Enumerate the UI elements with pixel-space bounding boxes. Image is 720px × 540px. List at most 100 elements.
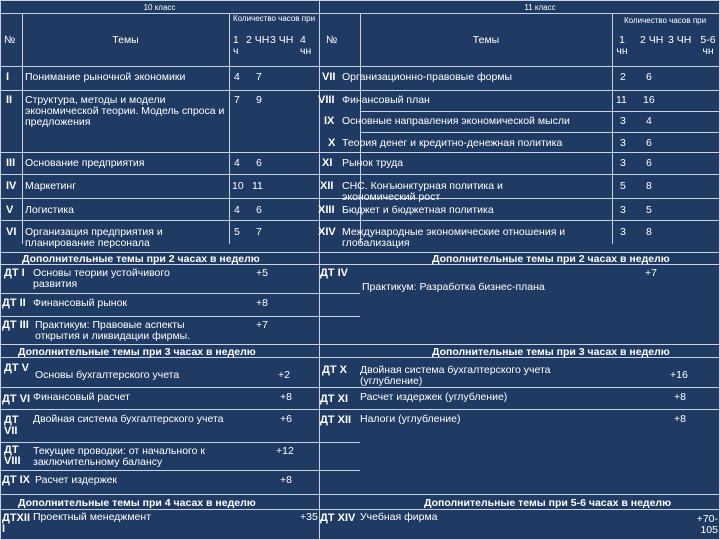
grid-line	[0, 442, 360, 443]
right-row-hours-1: 3	[620, 157, 626, 169]
left-row-num: II	[6, 94, 13, 106]
left-row-num: IV	[6, 180, 17, 192]
right-row-hours-2: 8	[646, 180, 652, 192]
add-topic-name: Практикум: Правовые аспекты открытия и л…	[35, 319, 191, 342]
right-row-hours-1: 3	[620, 115, 626, 127]
right-hours-col-4: 5-6 чн	[700, 34, 716, 57]
right-row-hours-2: 5	[646, 204, 652, 216]
right-row-topic: Организационно-правовые формы	[342, 71, 513, 83]
right-row-num: IX	[324, 115, 335, 127]
add-topic-hours: +8	[674, 413, 686, 425]
add-topic-name: Двойная система бухгалтерского учета (уг…	[360, 364, 551, 387]
right-hours-col-3: 3 ЧН	[668, 34, 692, 46]
grid-line	[0, 0, 1, 540]
right-add56-heading: Дополнительные темы при 5-6 часах в неде…	[424, 497, 672, 509]
left-row-hours-2: 11	[252, 180, 263, 192]
add-topic-hours: +70-105	[696, 513, 718, 536]
add-topic-hours: +35	[300, 511, 318, 523]
add-topic-num: ДТ I	[4, 267, 25, 279]
right-row-num: XII	[320, 180, 334, 192]
left-row-num: III	[6, 157, 16, 169]
add-topic-name: Двойная система бухгалтерского учета	[33, 413, 224, 425]
right-hours-col-1: 1 чн	[616, 34, 628, 57]
add-topic-num: ДТXII I	[2, 512, 31, 535]
add-topic-num: ДТ VI	[2, 393, 31, 405]
grid-line	[0, 344, 720, 345]
grid-line	[0, 0, 720, 1]
right-row-num: VIII	[318, 94, 335, 106]
left-hours-title: Количество часов при	[232, 14, 316, 23]
add-topic-num: ДТ XIV	[320, 512, 356, 524]
right-topics-header: Темы	[472, 34, 500, 46]
grid-line	[360, 111, 720, 112]
right-row-hours-2: 6	[646, 71, 652, 83]
right-row-hours-2: 6	[646, 137, 652, 149]
add-topic-num: ДТ VII	[4, 414, 19, 437]
grid-line	[360, 132, 720, 133]
add-topic-hours: +7	[256, 319, 268, 331]
add-topic-name: Практикум: Разработка бизнес-плана	[362, 281, 545, 293]
left-row-hours-1: 10	[232, 180, 244, 192]
left-row-hours-1: 4	[234, 157, 240, 169]
grid-line	[0, 316, 360, 317]
add-topic-hours: +7	[645, 267, 657, 279]
right-row-topic: Бюджет и бюджетная политика	[342, 204, 494, 216]
left-grade-title: 10 класс	[143, 3, 176, 12]
add-topic-name: Основы теории устойчивого развития	[33, 267, 170, 290]
right-row-hours-2: 6	[646, 157, 652, 169]
left-add4-heading: Дополнительные темы при 4 часах в неделю	[18, 497, 256, 509]
add-topic-num: ДТ III	[2, 319, 29, 331]
grid-line	[22, 13, 23, 244]
left-row-hours-1: 4	[234, 71, 240, 83]
add-topic-num: ДТ IV	[320, 267, 349, 279]
right-row-num: XI	[322, 157, 333, 169]
right-row-topic: Теория денег и кредитно-денежная политик…	[342, 137, 563, 149]
left-add2-heading: Дополнительные темы при 2 часах в неделю	[22, 253, 260, 265]
left-add3-heading: Дополнительные темы при 3 часах в неделю	[18, 346, 256, 358]
right-row-hours-1: 3	[620, 137, 626, 149]
right-row-hours-1: 2	[620, 71, 626, 83]
left-hours-col-2: 2 ЧН	[246, 34, 270, 46]
add-topic-name: Финансовый рынок	[33, 297, 128, 309]
left-hours-col-4: 4 чн	[300, 34, 312, 57]
add-topic-hours: +8	[280, 474, 292, 486]
left-num-header: №	[4, 34, 16, 46]
right-row-topic: Финансовый план	[342, 94, 430, 106]
add-topic-name: Текущие проводки: от начального к заключ…	[33, 445, 205, 468]
add-topic-name: Финансовый расчет	[33, 391, 130, 403]
add-topic-name: Учебная фирма	[360, 511, 438, 523]
left-row-hours-2: 9	[256, 94, 262, 106]
grid-line	[0, 509, 720, 510]
add-topic-num: ДТ XI	[320, 393, 349, 405]
right-row-hours-1: 5	[620, 180, 626, 192]
left-row-hours-2: 7	[256, 71, 262, 83]
left-row-hours-2: 6	[256, 157, 262, 169]
add-topic-num: ДТ VIII	[4, 444, 21, 467]
add-topic-name: Расчет издержек	[35, 474, 118, 486]
add-topic-hours: +2	[278, 369, 290, 381]
left-row-topic: Понимание рыночной экономики	[25, 71, 186, 83]
add-topic-hours: +6	[280, 413, 292, 425]
add-topic-num: ДТ IX	[2, 474, 31, 486]
right-row-num: X	[328, 137, 336, 149]
grid-line	[0, 494, 720, 495]
add-topic-num: ДТ XII	[320, 414, 352, 426]
add-topic-name: Основы бухгалтерского учета	[35, 369, 180, 381]
grid-line	[0, 387, 720, 388]
grid-line	[612, 13, 613, 244]
add-topic-hours: +5	[256, 267, 268, 279]
right-row-num: XIII	[318, 204, 335, 216]
add-topic-hours: +8	[256, 297, 268, 309]
curriculum-table: 10 класс Количество часов при № Темы 1 ч…	[0, 0, 720, 540]
left-row-topic: Основание предприятия	[25, 157, 145, 169]
left-row-topic: Логистика	[25, 204, 75, 216]
add-topic-name: Проектный менеджмент	[33, 511, 151, 523]
left-row-topic: Организация предприятия и планирование п…	[25, 226, 163, 249]
right-row-num: XIV	[318, 226, 336, 238]
left-row-hours-1: 4	[234, 204, 240, 216]
right-row-hours-1: 11	[616, 94, 627, 106]
grid-line	[0, 293, 360, 294]
left-row-hours-1: 5	[234, 226, 240, 238]
add-topic-name: Налоги (углубление)	[360, 413, 461, 425]
right-row-hours-2: 4	[646, 115, 652, 127]
